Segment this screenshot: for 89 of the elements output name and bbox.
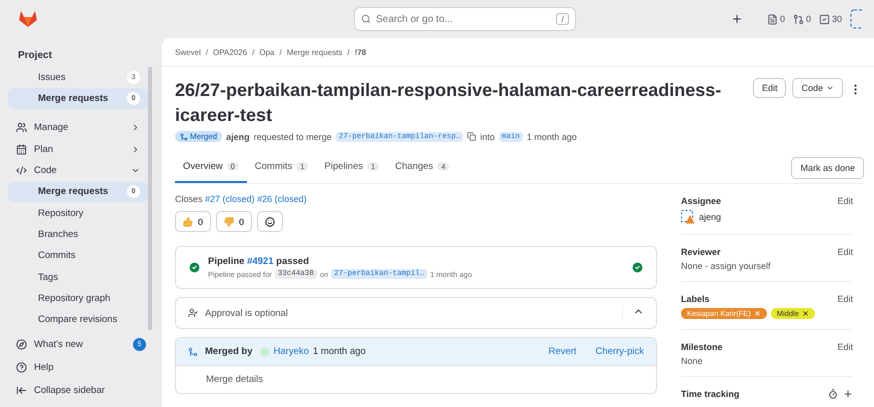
sidebar-section[interactable]: Plan — [8, 138, 148, 160]
collapse-icon — [16, 385, 27, 396]
closes-text: Closes #27 (closed) #26 (closed) — [175, 193, 308, 206]
code-dropdown-button[interactable]: Code — [792, 78, 843, 98]
section-title: Time tracking — [681, 389, 740, 399]
reaction-button[interactable]: 0 — [175, 211, 212, 232]
add-reaction-button[interactable] — [257, 211, 284, 232]
breadcrumb-separator: / — [206, 48, 208, 57]
pipeline-title: Pipeline #4921 passed — [208, 256, 310, 267]
user-link[interactable]: Haryeko — [274, 346, 309, 357]
sidebar-section[interactable]: Manage — [8, 118, 148, 138]
chevron-icon — [131, 123, 140, 132]
merge-action-link[interactable]: Cherry-pick — [595, 346, 644, 357]
search-icon — [361, 14, 371, 24]
sidebar-item[interactable]: Tags — [8, 266, 148, 288]
section-value: None - assign yourself — [681, 261, 772, 271]
counter-button[interactable]: 30 — [818, 14, 842, 24]
meta-time: 1 month ago — [526, 132, 577, 142]
section-icon — [16, 122, 27, 134]
sidebar-item[interactable]: Repository — [8, 202, 148, 224]
mark-as-done-button[interactable]: Mark as done — [791, 156, 864, 178]
reaction-button[interactable]: 0 — [216, 211, 252, 232]
edit-link[interactable]: Edit — [837, 294, 853, 304]
sidebar-item[interactable]: Repository graph — [8, 288, 148, 309]
avatar-icon — [681, 210, 695, 224]
section-title: Labels — [681, 294, 710, 304]
counter-button[interactable]: 0 — [792, 14, 811, 24]
create-icon[interactable] — [730, 13, 743, 25]
fox-logo-icon[interactable] — [18, 10, 38, 28]
caret-icon — [826, 84, 834, 92]
smiley-icon — [265, 216, 276, 226]
timer-icon[interactable] — [828, 389, 838, 399]
thumbs-up-icon — [183, 216, 193, 226]
section-value: None — [681, 356, 704, 366]
thumbs-down-icon — [224, 216, 234, 226]
breadcrumb-link[interactable]: OPA2026 — [213, 48, 248, 57]
add-icon[interactable] — [843, 389, 853, 399]
breadcrumb-link[interactable]: Swevel — [175, 48, 201, 57]
sidebar-section[interactable]: Code — [8, 160, 148, 181]
edit-link[interactable]: Edit — [837, 247, 853, 257]
sidebar-item[interactable]: Commits — [8, 246, 148, 266]
edit-link[interactable]: Edit — [837, 342, 853, 352]
search-field[interactable]: Search or go to... / — [354, 7, 576, 31]
help-icon — [16, 362, 27, 373]
remove-icon[interactable] — [802, 310, 809, 317]
meta-text: into — [480, 132, 495, 142]
merged-time: 1 month ago — [312, 346, 366, 357]
chevron-icon — [131, 144, 140, 154]
copy-icon[interactable] — [467, 132, 476, 141]
breadcrumb-separator: / — [252, 48, 254, 57]
collapse-toggle[interactable] — [622, 306, 644, 320]
author-name[interactable]: ajeng — [226, 132, 250, 142]
search-placeholder: Search or go to... — [376, 14, 453, 24]
passed-icon — [188, 261, 201, 274]
assignee-name[interactable]: ajeng — [699, 212, 722, 222]
edit-link[interactable]: Edit — [837, 196, 853, 206]
meta-text: requested to merge — [254, 132, 332, 142]
breadcrumb-link[interactable]: Merge requests — [286, 48, 342, 57]
issue-link[interactable]: #27 (closed) — [205, 194, 255, 204]
status-badge: Merged — [175, 131, 222, 142]
section-title: Milestone — [681, 342, 723, 352]
edit-button[interactable]: Edit — [752, 78, 786, 98]
sidebar-heading: Project — [17, 49, 53, 63]
approval-icon — [188, 308, 198, 318]
approval-text: Approval is optional — [205, 308, 288, 318]
compass-icon — [16, 339, 27, 350]
merge-details-text: Merge details — [206, 374, 264, 385]
sidebar-footer-item[interactable]: Collapse sidebar — [8, 380, 154, 401]
issue-link[interactable]: #26 (closed) — [257, 194, 307, 204]
sidebar-footer-item[interactable]: Help — [8, 357, 154, 378]
shortcut-key: / — [556, 13, 569, 25]
sidebar-item[interactable]: Branches — [8, 224, 148, 245]
merge-action-link[interactable]: Revert — [548, 346, 576, 357]
section-title: Assignee — [681, 196, 722, 206]
breadcrumb-link[interactable]: !78 — [354, 48, 366, 57]
merge-request-title: 26/27-perbaikan-tampilan-responsive-halaman-careerreadiness-icareer-test — [175, 79, 722, 127]
section-icon — [16, 144, 27, 155]
breadcrumb-separator: / — [347, 48, 350, 57]
breadcrumb-link[interactable]: Opa — [259, 48, 274, 57]
section-title: Reviewer — [681, 247, 721, 257]
merged-by-label: Merged by — [205, 346, 253, 357]
counter-button[interactable]: 0 — [766, 14, 785, 24]
section-icon — [16, 164, 27, 176]
breadcrumb-separator: / — [280, 48, 282, 57]
passed-icon — [631, 261, 644, 274]
sidebar-item[interactable]: Compare revisions — [8, 310, 148, 330]
user-avatar-icon — [260, 346, 270, 356]
merge-icon — [188, 346, 198, 356]
avatar-icon[interactable] — [850, 9, 862, 29]
